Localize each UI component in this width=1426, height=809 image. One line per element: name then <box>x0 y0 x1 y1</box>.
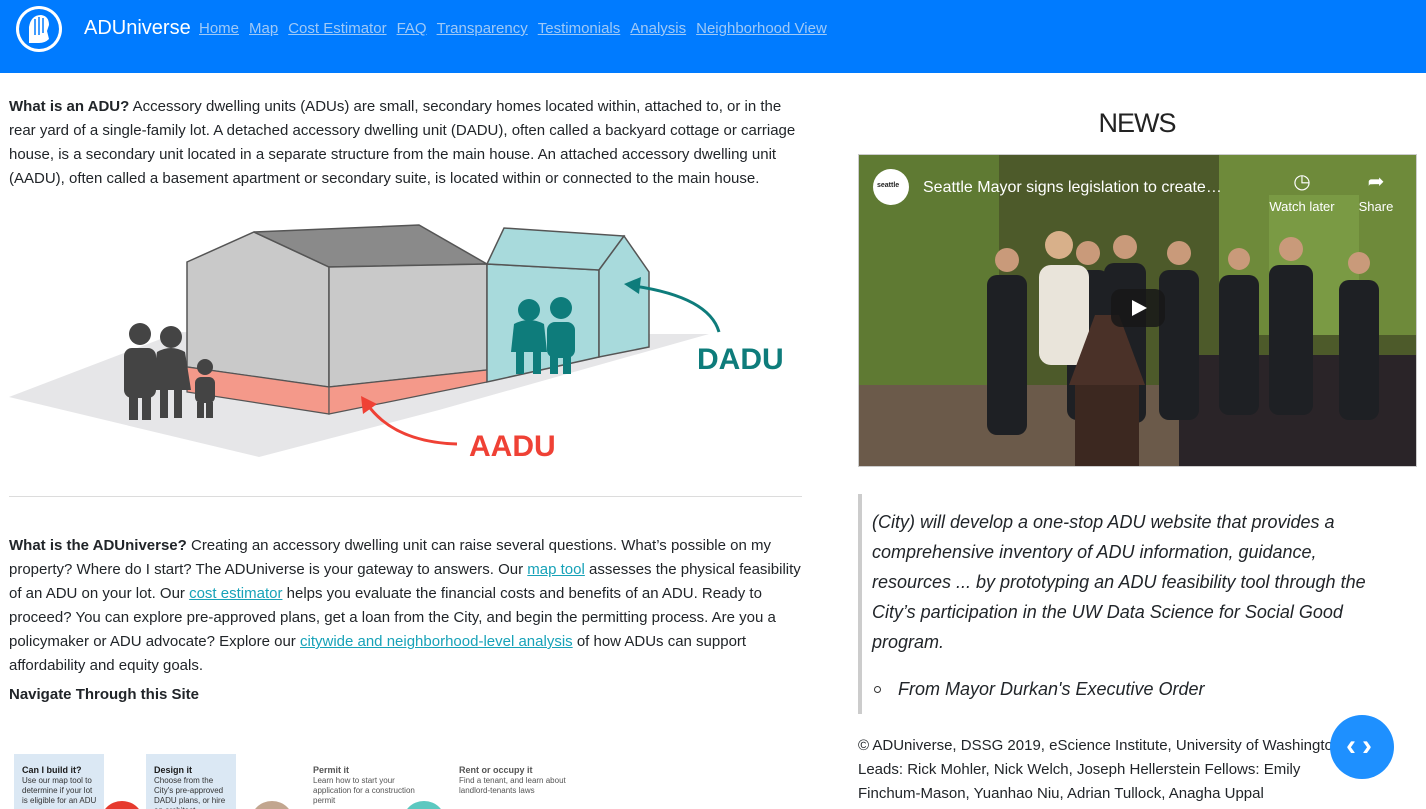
nav-link-home[interactable]: Home <box>199 20 239 37</box>
step-permit-it: Permit it Learn how to start your applic… <box>313 765 423 806</box>
quote-source-text: From Mayor Durkan's Executive Order <box>898 679 1205 699</box>
section-divider <box>9 496 802 497</box>
share-label: Share <box>1358 199 1394 214</box>
nav-link-cost-estimator[interactable]: Cost Estimator <box>288 20 386 37</box>
navbar: ADUniverse Home Map Cost Estimator FAQ T… <box>0 0 1426 73</box>
what-is-aduniverse-paragraph: What is the ADUniverse? Creating an acce… <box>9 534 802 678</box>
channel-avatar[interactable]: seattle <box>873 169 909 205</box>
seattle-logo-icon[interactable] <box>15 5 63 53</box>
step-text: Find a tenant, and learn about landlord-… <box>459 776 566 795</box>
navigate-heading: Navigate Through this Site <box>9 686 200 703</box>
brand-title[interactable]: ADUniverse <box>84 17 191 40</box>
nav-link-analysis[interactable]: Analysis <box>630 20 686 37</box>
news-heading: NEWS <box>1098 108 1177 138</box>
nav-link-testimonials[interactable]: Testimonials <box>538 20 621 37</box>
cost-estimator-link[interactable]: cost estimator <box>189 585 282 602</box>
quote-text: (City) will develop a one-stop ADU websi… <box>872 512 1366 652</box>
share-icon: ➦ <box>1367 171 1385 193</box>
step-title: Permit it <box>313 765 350 775</box>
quote-source: From Mayor Durkan's Executive Order <box>874 679 1378 700</box>
clock-icon: ◷ <box>1293 171 1311 193</box>
map-tool-link[interactable]: map tool <box>527 561 585 578</box>
main-house-wall <box>328 263 488 388</box>
play-button[interactable] <box>1111 289 1165 327</box>
what-is-adu-heading: What is an ADU? <box>9 98 130 115</box>
watch-later-button[interactable]: ◷ Watch later <box>1267 169 1337 214</box>
watch-later-label: Watch later <box>1269 199 1335 214</box>
analysis-link[interactable]: citywide and neighborhood-level analysis <box>300 633 573 650</box>
universe-section: What is the ADUniverse? Creating an acce… <box>9 534 802 678</box>
channel-name: seattle <box>877 182 900 189</box>
dadu-label: DADU <box>697 343 784 376</box>
step-title: Rent or occupy it <box>459 765 533 775</box>
step-design-it: Design it Choose from the City's pre-app… <box>146 754 236 809</box>
step-text: Choose from the City's pre-approved DADU… <box>154 776 226 809</box>
share-button[interactable]: ➦ Share <box>1341 169 1411 214</box>
nav-link-map[interactable]: Map <box>249 20 278 37</box>
nav-link-transparency[interactable]: Transparency <box>437 20 528 37</box>
step-rent-or-occupy: Rent or occupy it Find a tenant, and lea… <box>459 765 569 796</box>
step-dot-red <box>100 801 144 809</box>
executive-order-quote: (City) will develop a one-stop ADU websi… <box>858 494 1378 714</box>
site-steps-graphic: Can I build it? Use our map tool to dete… <box>14 754 566 809</box>
step-title: Design it <box>154 765 193 775</box>
intro-section: What is an ADU? Accessory dwelling units… <box>9 95 802 191</box>
code-toggle-button[interactable]: ‹› <box>1330 715 1394 779</box>
step-dot-tan <box>250 801 294 809</box>
step-title: Can I build it? <box>22 765 82 775</box>
aadu-label: AADU <box>469 430 556 462</box>
step-can-i-build: Can I build it? Use our map tool to dete… <box>14 754 104 809</box>
video-title[interactable]: Seattle Mayor signs legislation to creat… <box>923 179 1222 197</box>
step-text: Use our map tool to determine if your lo… <box>22 776 97 805</box>
nav-link-faq[interactable]: FAQ <box>397 20 427 37</box>
what-is-aduniverse-heading: What is the ADUniverse? <box>9 537 187 554</box>
bullet-icon <box>874 686 881 693</box>
nav-link-neighborhood-view[interactable]: Neighborhood View <box>696 20 827 37</box>
video-embed[interactable]: seattle Seattle Mayor signs legislation … <box>858 154 1417 467</box>
adu-illustration: DADU AADU <box>9 224 784 462</box>
what-is-adu-paragraph: What is an ADU? Accessory dwelling units… <box>9 95 802 191</box>
footer-credits: © ADUniverse, DSSG 2019, eScience Instit… <box>858 737 1342 802</box>
code-icon: ‹› <box>1346 729 1378 762</box>
nav-links: Home Map Cost Estimator FAQ Transparency… <box>199 20 827 37</box>
step-text: Learn how to start your application for … <box>313 776 415 805</box>
